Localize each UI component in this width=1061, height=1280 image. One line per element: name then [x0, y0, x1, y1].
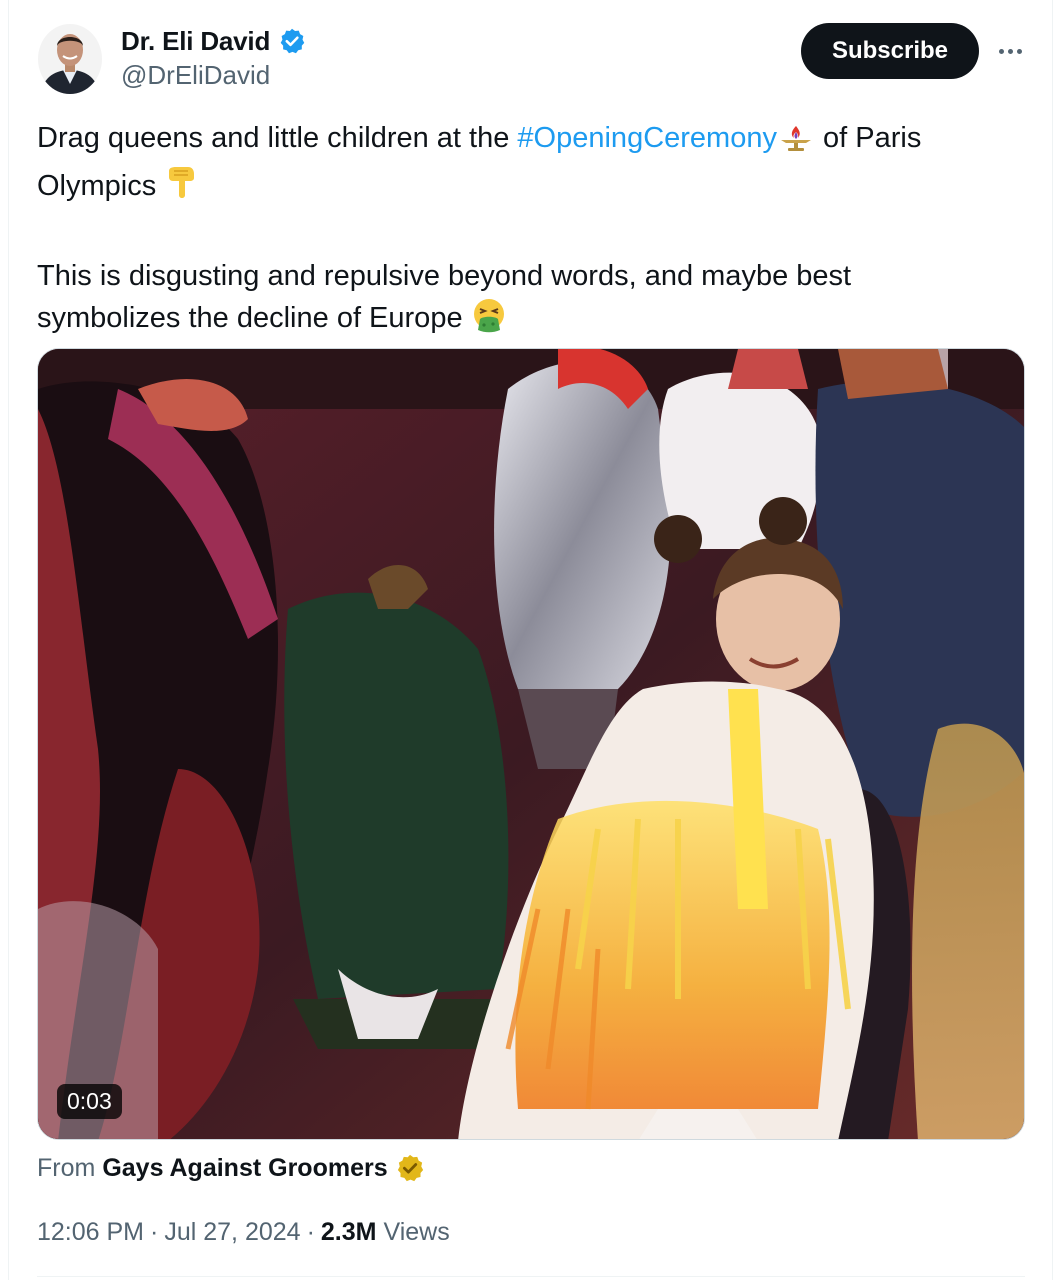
hashtag-link[interactable]: #OpeningCeremony — [517, 122, 777, 154]
views-label: Views — [383, 1217, 450, 1246]
from-label: From — [37, 1153, 96, 1182]
source-account-link[interactable]: Gays Against Groomers — [102, 1154, 387, 1183]
pointing-down-emoji — [164, 165, 198, 213]
tweet-paragraph-2: This is disgusting and repulsive beyond … — [37, 255, 1017, 345]
author-handle[interactable]: @DrEliDavid — [121, 60, 270, 91]
gold-verified-badge-icon — [397, 1154, 423, 1182]
tweet-meta: 12:06 PM · Jul 27, 2024 · 2.3M Views — [37, 1214, 450, 1250]
meta-separator: · — [306, 1217, 315, 1246]
tweet-text-segment: symbolizes the decline of Europe — [37, 302, 463, 334]
ellipsis-icon — [1007, 48, 1013, 54]
olympic-torch-emoji — [777, 123, 815, 165]
tweet-date[interactable]: Jul 27, 2024 — [164, 1218, 300, 1247]
tweet-paragraph-1: Drag queens and little children at the #… — [37, 117, 1017, 213]
video-duration: 0:03 — [57, 1084, 122, 1119]
media-source-attribution: From Gays Against Groomers — [37, 1150, 425, 1186]
ellipsis-icon — [998, 48, 1004, 54]
author-display-name[interactable]: Dr. Eli David — [121, 26, 270, 57]
tweet-text-segment: This is disgusting and repulsive beyond … — [37, 260, 852, 292]
vomiting-face-emoji — [471, 297, 507, 345]
tweet-text-segment: of Paris — [814, 122, 922, 154]
tweet-text: Drag queens and little children at the #… — [37, 117, 1017, 345]
author-name-row[interactable]: Dr. Eli David — [121, 24, 306, 58]
video-player[interactable]: 0:03 — [37, 348, 1025, 1140]
tweet-text-segment: Drag queens and little children at the — [37, 122, 518, 154]
ellipsis-icon — [1016, 48, 1022, 54]
tweet-time[interactable]: 12:06 PM — [37, 1218, 144, 1247]
avatar-photo — [38, 24, 102, 94]
meta-separator: · — [150, 1217, 159, 1246]
video-frame-image — [38, 349, 1024, 1139]
subscribe-button[interactable]: Subscribe — [801, 23, 979, 79]
divider — [37, 1276, 1025, 1277]
author-avatar[interactable] — [38, 24, 102, 94]
more-options-button[interactable] — [990, 36, 1030, 66]
views-count: 2.3M — [320, 1217, 377, 1246]
verified-badge-icon — [280, 28, 305, 54]
tweet-text-segment: Olympics — [37, 170, 157, 202]
